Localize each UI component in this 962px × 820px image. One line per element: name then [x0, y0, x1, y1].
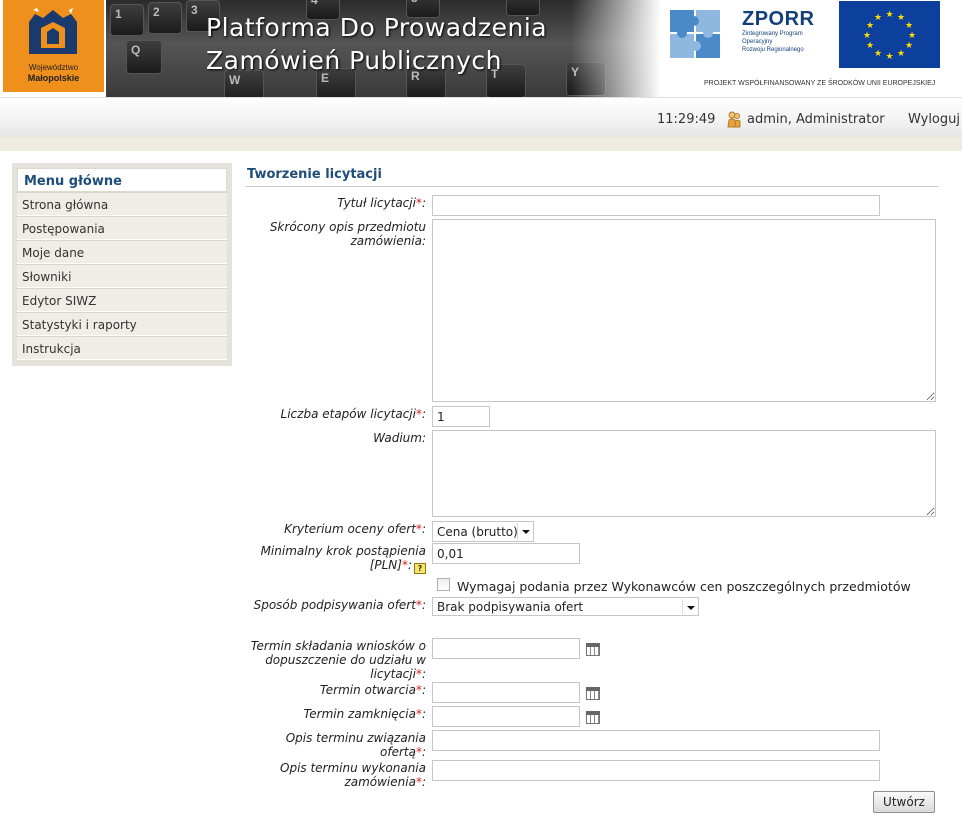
chevron-down-icon — [682, 599, 697, 614]
podpis-value: Brak podpisywania ofert — [437, 600, 584, 614]
termin-zamkniecia-input[interactable] — [432, 706, 580, 727]
svg-text:★: ★ — [897, 49, 905, 59]
zporr-title: ZPORR — [742, 8, 815, 30]
svg-text:★: ★ — [874, 13, 882, 23]
svg-text:★: ★ — [905, 41, 913, 51]
krok-input[interactable] — [432, 543, 580, 564]
wykonania-input[interactable] — [432, 760, 880, 781]
opis-textarea[interactable] — [432, 219, 936, 402]
malopolska-logo[interactable]: Województwo Małopolskie — [3, 0, 104, 92]
banner: 1 2 3 4 5 6 Q W E R T Y Platforma Do Pro… — [106, 0, 661, 97]
svg-text:★: ★ — [897, 13, 905, 23]
zporr-subtitle: Zintegrowany Program — [742, 31, 803, 37]
svg-text:★: ★ — [866, 41, 874, 51]
sidebar-item-instrukcja[interactable]: Instrukcja — [17, 336, 227, 360]
kryterium-value: Cena (brutto) — [437, 525, 518, 539]
podpis-select[interactable]: Brak podpisywania ofert — [432, 597, 699, 616]
termin-otwarcia-label: Termin otwarcia*: — [319, 683, 426, 697]
project-cofinancing-note: PROJEKT WSPÓŁFINANSOWANY ZE ŚRODKÓW UNII… — [704, 80, 936, 87]
zwiazania-input[interactable] — [432, 730, 880, 751]
platform-title-line2: Zamówień Publicznych — [206, 46, 502, 75]
menu-title: Menu główne — [17, 168, 227, 192]
svg-text:★: ★ — [863, 31, 871, 41]
zporr-subtitle: Rozwoju Regionalnego — [742, 47, 804, 53]
create-button[interactable]: Utwórz — [873, 791, 935, 813]
calendar-header — [586, 711, 600, 715]
kryterium-label: Kryterium oceny ofert*: — [284, 522, 426, 536]
svg-text:★: ★ — [874, 49, 882, 59]
wadium-textarea[interactable] — [432, 430, 936, 517]
zporr-subtitle: Operacyjny — [742, 39, 773, 45]
svg-text:★: ★ — [905, 21, 913, 31]
keyboard-key: 1 — [110, 4, 144, 36]
zwiazania-label: Opis terminu związania ofertą*: — [285, 731, 426, 759]
sidebar-item-slowniki[interactable]: Słowniki — [17, 264, 227, 288]
eu-stars: ★ ★ ★ ★ ★ ★ ★ ★ ★ ★ ★ ★ — [863, 10, 916, 62]
keyboard-key: 2 — [148, 2, 182, 34]
sidebar-item-statystyki[interactable]: Statystyki i raporty — [17, 312, 227, 336]
calendar-icon[interactable] — [586, 643, 600, 656]
termin-zamkniecia-label: Termin zamknięcia*: — [303, 707, 426, 721]
opis-label: Skrócony opis przedmiotu zamówienia: — [269, 220, 426, 248]
eu-flag-icon: ★ ★ ★ ★ ★ ★ ★ ★ ★ ★ ★ ★ — [839, 1, 940, 68]
svg-text:★: ★ — [866, 21, 874, 31]
title-divider — [245, 186, 939, 187]
calendar-header — [586, 687, 600, 691]
top-bar: 11:29:49 admin, Administrator Wyloguj — [0, 97, 962, 137]
sidebar: Menu główne Strona główna Postępowania M… — [12, 163, 232, 366]
wadium-label: Wadium: — [373, 431, 426, 445]
krok-label: Minimalny krok postąpienia [PLN]*:? — [260, 544, 426, 574]
header: Województwo Małopolskie 1 2 3 4 5 6 Q W … — [0, 0, 962, 97]
calendar-icon[interactable] — [586, 711, 600, 724]
current-user: admin, Administrator — [747, 112, 885, 127]
sidebar-item-postepowania[interactable]: Postępowania — [17, 216, 227, 240]
sub-bar — [0, 137, 962, 151]
logo-text-line1: Województwo — [28, 63, 79, 72]
logo-text-line2: Małopolskie — [27, 73, 80, 83]
podpis-label: Sposób podpisywania ofert*: — [253, 598, 426, 612]
tytul-input[interactable] — [432, 195, 880, 216]
sidebar-item-moje-dane[interactable]: Moje dane — [17, 240, 227, 264]
etapy-label: Liczba etapów licytacji*: — [280, 407, 426, 421]
svg-text:★: ★ — [885, 10, 893, 20]
svg-text:★: ★ — [885, 52, 893, 62]
page-title: Tworzenie licytacji — [247, 167, 382, 182]
wykonania-label: Opis terminu wykonania zamówienia*: — [280, 761, 426, 789]
calendar-header — [586, 643, 600, 647]
platform-title-line1: Platforma Do Prowadzenia — [206, 13, 548, 42]
clock: 11:29:49 — [657, 112, 716, 127]
banner-fade — [571, 0, 661, 97]
tytul-label: Tytuł licytacji*: — [337, 196, 426, 210]
logout-link[interactable]: Wyloguj — [908, 112, 960, 127]
sidebar-item-strona-glowna[interactable]: Strona główna — [17, 192, 227, 216]
user-icon — [727, 111, 741, 128]
termin-wnioski-input[interactable] — [432, 638, 580, 659]
kryterium-select[interactable]: Cena (brutto) — [432, 521, 534, 542]
calendar-icon[interactable] — [586, 687, 600, 700]
termin-otwarcia-input[interactable] — [432, 682, 580, 703]
ceny-przedmiotow-label[interactable]: Wymagaj podania przez Wykonawców cen pos… — [457, 579, 911, 594]
sidebar-item-edytor-siwz[interactable]: Edytor SIWZ — [17, 288, 227, 312]
ceny-przedmiotow-checkbox[interactable] — [437, 578, 450, 591]
chevron-down-icon — [517, 523, 532, 540]
etapy-input[interactable] — [432, 406, 490, 427]
hint-icon[interactable]: ? — [414, 563, 426, 574]
malopolska-crest-icon — [29, 8, 77, 54]
svg-text:★: ★ — [908, 31, 916, 41]
keyboard-key: Q — [126, 40, 162, 74]
termin-wnioski-label: Termin składania wniosków o dopuszczenie … — [250, 639, 426, 681]
